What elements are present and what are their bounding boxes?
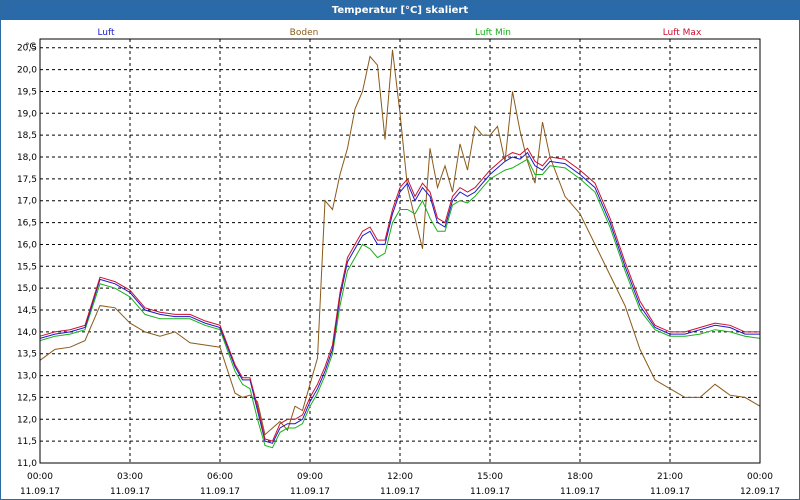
legend: Luft Boden Luft Min Luft Max — [97, 28, 702, 38]
x-tick-date: 11.09.17 — [20, 487, 60, 497]
y-tick-label: 16,0 — [17, 240, 37, 250]
y-tick-label: 13,5 — [17, 350, 37, 360]
x-tick-labels: 00:00 11.09.17 03:00 11.09.17 06:00 11.09.17 0… — [20, 472, 780, 497]
x-tick-time: 00:00 — [27, 472, 53, 482]
y-tick-label: 20,0 — [17, 66, 37, 76]
chart-window: Temperatur [°C] skaliert Luft Boden Luft… — [0, 0, 800, 500]
y-tick-label: 12,5 — [17, 393, 37, 403]
x-tick-date: 12.09.17 — [740, 487, 780, 497]
y-tick-label: 20,5 — [17, 44, 37, 54]
grid — [39, 39, 761, 464]
y-tick-label: 13,0 — [17, 372, 37, 382]
legend-boden: Boden — [290, 28, 319, 38]
x-tick-time: 12:00 — [387, 472, 413, 482]
x-tick-time: 15:00 — [477, 472, 503, 482]
y-tick-label: 18,0 — [17, 153, 37, 163]
x-tick-date: 11.09.17 — [560, 487, 600, 497]
y-tick-label: 17,0 — [17, 197, 37, 207]
y-tick-label: 11,0 — [17, 459, 37, 469]
x-tick-time: 09:00 — [297, 472, 323, 482]
y-tick-labels: 11,0 11,5 12,0 12,5 13,0 13,5 14,0 14,5 15,0 15,5… — [17, 44, 37, 469]
y-tick-label: 17,5 — [17, 175, 37, 185]
x-tick-date: 11.09.17 — [110, 487, 150, 497]
y-tick-label: 14,5 — [17, 306, 37, 316]
y-tick-label: 12,0 — [17, 415, 37, 425]
x-tick-date: 11.09.17 — [200, 487, 240, 497]
legend-luft-min: Luft Min — [475, 28, 511, 38]
y-tick-label: 19,5 — [17, 87, 37, 97]
x-tick-date: 11.09.17 — [650, 487, 690, 497]
x-tick-date: 11.09.17 — [380, 487, 420, 497]
y-tick-label: 15,5 — [17, 262, 37, 272]
temperature-chart: Luft Boden Luft Min Luft Max °C 11,011,5… — [17, 28, 780, 497]
x-tick-date: 11.09.17 — [470, 487, 510, 497]
x-tick-time: 00:00 — [747, 472, 773, 482]
x-tick-time: 06:00 — [207, 472, 233, 482]
y-tick-label: 18,5 — [17, 131, 37, 141]
legend-luft-max: Luft Max — [663, 28, 702, 38]
y-tick-label: 11,5 — [17, 437, 37, 447]
x-tick-time: 18:00 — [567, 472, 593, 482]
y-tick-label: 16,5 — [17, 219, 37, 229]
y-tick-label: 15,0 — [17, 284, 37, 294]
x-tick-time: 21:00 — [657, 472, 683, 482]
y-tick-label: 14,0 — [17, 328, 37, 338]
x-tick-time: 03:00 — [117, 472, 143, 482]
y-tick-label: 19,0 — [17, 109, 37, 119]
legend-luft: Luft — [97, 28, 115, 38]
x-tick-date: 11.09.17 — [290, 487, 330, 497]
